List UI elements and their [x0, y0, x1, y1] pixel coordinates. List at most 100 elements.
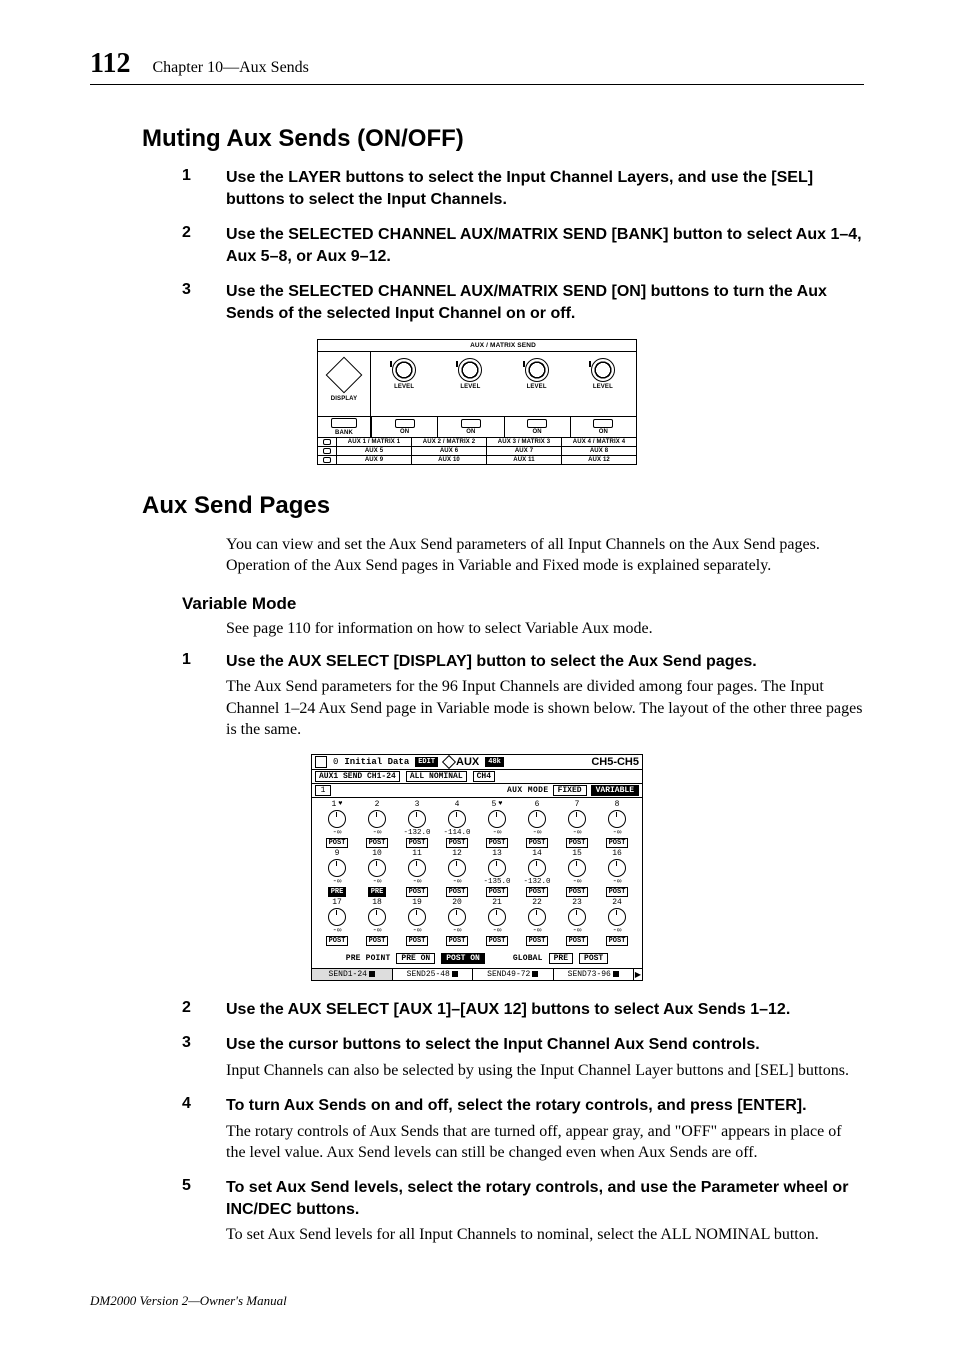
lcd-knob-number: 23	[572, 898, 582, 907]
rotary-knob-icon	[488, 810, 506, 828]
lcd-knob-value: -∞	[572, 878, 581, 886]
lcd-knob-number: 6	[535, 800, 540, 809]
channel-box: CH4	[473, 771, 495, 782]
step-number: 5	[182, 1177, 226, 1245]
on-button-icon	[395, 419, 415, 428]
rotary-knob-icon	[528, 859, 546, 877]
hw-aux-label: AUX 9	[337, 456, 411, 464]
step-title: Use the AUX SELECT [DISPLAY] button to s…	[226, 651, 864, 673]
rotary-knob-icon	[408, 908, 426, 926]
lcd-knob-value: -∞	[532, 829, 541, 837]
rotary-knob-icon	[328, 810, 346, 828]
on-label: ON	[400, 429, 409, 435]
pre-post-badge: POST	[566, 887, 589, 897]
all-nominal-button: ALL NOMINAL	[406, 771, 467, 782]
lcd-knob-number: 11	[412, 849, 422, 858]
fixed-toggle: FIXED	[553, 785, 587, 796]
lcd-knob-cell: 19-∞POST	[398, 898, 436, 946]
rotary-knob-icon	[568, 908, 586, 926]
rotary-knob-icon	[488, 908, 506, 926]
muting-steps: 1 Use the LAYER buttons to select the In…	[182, 167, 864, 325]
step-number: 1	[182, 651, 226, 740]
lcd-knob-cell: 9-∞PRE	[318, 849, 356, 897]
lcd-knob-number: 21	[492, 898, 502, 907]
lcd-knob-value: -∞	[532, 927, 541, 935]
pre-post-badge: PRE	[328, 887, 347, 897]
lcd-tab: SEND1-24	[312, 969, 392, 980]
pre-post-badge: POST	[446, 887, 469, 897]
rotary-knob-icon	[408, 810, 426, 828]
step-desc: To set Aux Send levels for all Input Cha…	[226, 1224, 864, 1245]
rotary-knob-icon	[368, 859, 386, 877]
pre-post-badge: POST	[566, 838, 589, 848]
rotary-knob-icon	[568, 859, 586, 877]
lcd-knob-cell: 24-∞POST	[598, 898, 636, 946]
pre-post-badge: POST	[366, 838, 389, 848]
hw-aux-label: AUX 1 / MATRIX 1	[337, 438, 411, 446]
lcd-knob-value: -∞	[612, 927, 621, 935]
aux-mode-label: AUX MODE	[507, 786, 549, 795]
pre-post-badge: POST	[526, 838, 549, 848]
lcd-knob-number: 3	[415, 800, 420, 809]
display-button-icon	[326, 356, 363, 393]
footer: DM2000 Version 2—Owner's Manual	[90, 1293, 287, 1309]
step-number: 1	[182, 167, 226, 210]
chapter-title: Chapter 10—Aux Sends	[152, 59, 308, 77]
lcd-knob-cell: 17-∞POST	[318, 898, 356, 946]
lcd-tab: SEND73-96	[553, 969, 634, 980]
pre-post-badge: POST	[486, 936, 509, 946]
hw-aux-label: AUX 7	[486, 447, 561, 455]
lcd-knob-cell: 10-∞PRE	[358, 849, 396, 897]
pre-post-badge: POST	[406, 838, 429, 848]
pre-post-badge: POST	[366, 936, 389, 946]
lcd-knob-number: 15	[572, 849, 582, 858]
step-desc: The rotary controls of Aux Sends that ar…	[226, 1121, 864, 1163]
tab-marker-icon	[532, 971, 538, 977]
lcd-knob-number: 16	[612, 849, 622, 858]
lcd-knob-cell: 2-∞POST	[358, 800, 396, 848]
lcd-knob-number: 20	[452, 898, 462, 907]
lcd-knob-number: 18	[372, 898, 382, 907]
samplerate-badge: 48k	[485, 757, 504, 767]
aux-number-box: 1	[315, 785, 331, 796]
bank-led-icon	[323, 439, 331, 445]
lcd-knob-value: -∞	[332, 829, 341, 837]
rotary-knob-icon	[448, 908, 466, 926]
lcd-knob-value: -∞	[372, 878, 381, 886]
step-number: 2	[182, 224, 226, 267]
step-number: 4	[182, 1095, 226, 1163]
lcd-knob-cell: 22-∞POST	[518, 898, 556, 946]
lcd-knob-value: -∞	[492, 927, 501, 935]
level-knob-icon	[458, 358, 482, 382]
lcd-knob-number: 7	[575, 800, 580, 809]
section-intro: You can view and set the Aux Send parame…	[226, 534, 864, 576]
header-rule	[90, 84, 864, 85]
pre-post-badge: POST	[406, 936, 429, 946]
lcd-knob-value: -∞	[372, 927, 381, 935]
lcd-knob-number: 10	[372, 849, 382, 858]
scroll-right-icon: ▶	[633, 969, 642, 980]
lcd-tab: SEND25-48	[392, 969, 473, 980]
lcd-knob-number: 1	[331, 800, 336, 809]
display-label: DISPLAY	[331, 396, 357, 402]
lcd-knob-value: -114.0	[443, 829, 470, 837]
aux-diamond-icon	[442, 755, 456, 769]
variable-mode-steps-cont: 2 Use the AUX SELECT [AUX 1]–[AUX 12] bu…	[182, 999, 864, 1245]
pair-heart-icon: ♥	[498, 801, 502, 808]
lcd-knob-cell: 6 -∞POST	[518, 800, 556, 848]
on-button-icon	[593, 419, 613, 428]
lcd-knob-value: -135.0	[483, 878, 510, 886]
lcd-knob-cell: 11-∞POST	[398, 849, 436, 897]
rotary-knob-icon	[568, 810, 586, 828]
hw-aux-label: AUX 2 / MATRIX 2	[411, 438, 486, 446]
hw-aux-label: AUX 6	[411, 447, 486, 455]
pre-post-badge: POST	[526, 936, 549, 946]
lcd-knob-cell: 16-∞POST	[598, 849, 636, 897]
hw-aux-label: AUX 11	[486, 456, 561, 464]
variable-toggle: VARIABLE	[591, 785, 639, 796]
lcd-knob-value: -∞	[612, 829, 621, 837]
rotary-knob-icon	[608, 810, 626, 828]
pre-post-badge: POST	[606, 936, 629, 946]
pre-point-label: PRE POINT	[346, 954, 391, 963]
lcd-knob-cell: 13-135.0POST	[478, 849, 516, 897]
